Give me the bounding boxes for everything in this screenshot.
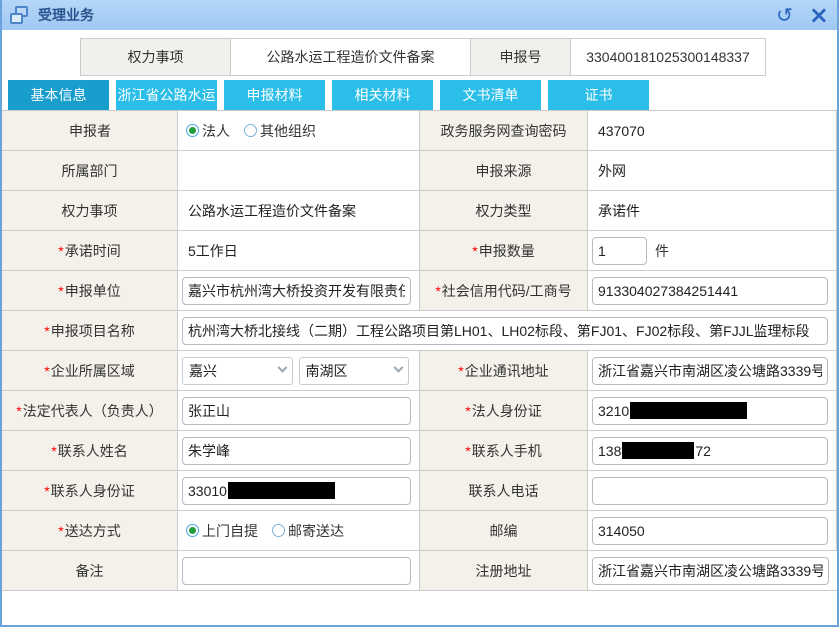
radio-unselected-icon xyxy=(272,524,285,537)
department-value xyxy=(178,151,420,191)
radio-unselected-icon xyxy=(244,124,257,137)
project-name-label: * 申报项目名称 xyxy=(2,311,178,351)
power-item-value: 公路水运工程造价文件备案 xyxy=(188,202,356,219)
redaction-block xyxy=(227,482,335,499)
declare-count-label: * 申报数量 xyxy=(420,231,588,271)
tab-basic-info[interactable]: 基本信息 xyxy=(8,80,109,110)
declare-unit-label: * 申报单位 xyxy=(2,271,178,311)
company-address-label: * 企业通讯地址 xyxy=(420,351,588,391)
contact-id-input[interactable]: 33010 xyxy=(182,476,411,505)
tab-zhejiang-highway-waterway[interactable]: 浙江省公路水运 xyxy=(116,80,217,110)
contact-phone-input[interactable] xyxy=(592,476,828,505)
legal-id-input[interactable]: 3210 xyxy=(592,396,828,425)
contact-phone-label: 联系人电话 xyxy=(420,471,588,511)
refresh-icon[interactable]: ↺ xyxy=(776,5,793,25)
power-type-value: 承诺件 xyxy=(598,202,640,219)
contact-id-label: * 联系人身份证 xyxy=(2,471,178,511)
project-name-input[interactable] xyxy=(182,316,828,345)
declare-no-header-label: 申报号 xyxy=(471,39,571,75)
promise-time-label: * 承诺时间 xyxy=(2,231,178,271)
radio-other-organization[interactable]: 其他组织 xyxy=(244,121,316,141)
declarant-radio-group: 法人 其他组织 xyxy=(182,121,316,141)
region-district-select[interactable]: 南湖区 xyxy=(298,356,409,385)
tab-document-list[interactable]: 文书清单 xyxy=(440,80,541,110)
contact-mobile-input[interactable]: 138 72 xyxy=(592,436,828,465)
accept-business-window: 受理业务 ↺ × 权力事项 公路水运工程造价文件备案 申报号 330400181… xyxy=(0,0,839,627)
declare-no-header-value: 330400181025300148337 xyxy=(571,39,765,75)
delivery-radio-group: 上门自提 邮寄送达 xyxy=(182,521,344,541)
power-type-label: 权力类型 xyxy=(420,191,588,231)
title-bar: 受理业务 ↺ × xyxy=(2,0,837,30)
radio-selected-icon xyxy=(186,124,199,137)
query-password-value: 437070 xyxy=(598,122,645,139)
tab-certificate[interactable]: 证书 xyxy=(548,80,649,110)
declare-unit-input[interactable] xyxy=(182,276,411,305)
redaction-block xyxy=(630,402,748,419)
radio-self-pickup[interactable]: 上门自提 xyxy=(186,521,258,541)
remark-label: 备注 xyxy=(2,551,178,591)
declarant-label: 申报者 xyxy=(2,111,178,151)
window-title: 受理业务 xyxy=(38,7,94,23)
chevron-down-icon xyxy=(277,362,287,373)
radio-selected-icon xyxy=(186,524,199,537)
power-item-header-value: 公路水运工程造价文件备案 xyxy=(231,39,471,75)
tab-related-materials[interactable]: 相关材料 xyxy=(332,80,433,110)
radio-legal-person[interactable]: 法人 xyxy=(186,121,230,141)
tab-bar: 基本信息 浙江省公路水运 申报材料 相关材料 文书清单 证书 xyxy=(8,80,837,110)
department-label: 所属部门 xyxy=(2,151,178,191)
reg-address-input[interactable] xyxy=(592,556,829,585)
declare-count-input[interactable] xyxy=(592,236,647,265)
radio-mail-delivery[interactable]: 邮寄送达 xyxy=(272,521,344,541)
declare-count-unit: 件 xyxy=(655,242,669,259)
contact-name-input[interactable] xyxy=(182,436,411,465)
reg-address-label: 注册地址 xyxy=(420,551,588,591)
declare-source-value: 外网 xyxy=(598,162,626,179)
chevron-down-icon xyxy=(393,362,404,373)
basic-info-form: 申报者 法人 其他组织 政务服务网查询密码 437070 所属部门 申报来源 外… xyxy=(2,110,837,591)
legal-person-label: * 法定代表人（负责人） xyxy=(2,391,178,431)
header-strip: 权力事项 公路水运工程造价文件备案 申报号 330400181025300148… xyxy=(80,38,766,76)
declare-source-label: 申报来源 xyxy=(420,151,588,191)
company-address-input[interactable] xyxy=(592,356,828,385)
query-password-label: 政务服务网查询密码 xyxy=(420,111,588,151)
credit-code-label: * 社会信用代码/工商号 xyxy=(420,271,588,311)
redaction-block xyxy=(622,442,695,459)
postcode-input[interactable] xyxy=(592,516,828,545)
credit-code-input[interactable] xyxy=(592,276,828,305)
delivery-label: * 送达方式 xyxy=(2,511,178,551)
legal-id-label: * 法人身份证 xyxy=(420,391,588,431)
remark-input[interactable] xyxy=(182,556,411,585)
contact-name-label: * 联系人姓名 xyxy=(2,431,178,471)
postcode-label: 邮编 xyxy=(420,511,588,551)
power-item-header-label: 权力事项 xyxy=(81,39,231,75)
region-label: * 企业所属区域 xyxy=(2,351,178,391)
region-city-select[interactable]: 嘉兴 xyxy=(182,356,293,385)
window-document-icon xyxy=(10,6,30,24)
power-item-label: 权力事项 xyxy=(2,191,178,231)
contact-mobile-label: * 联系人手机 xyxy=(420,431,588,471)
promise-time-value: 5工作日 xyxy=(188,242,238,259)
tab-declare-materials[interactable]: 申报材料 xyxy=(224,80,325,110)
legal-person-input[interactable] xyxy=(182,396,411,425)
close-icon[interactable]: × xyxy=(809,3,829,27)
